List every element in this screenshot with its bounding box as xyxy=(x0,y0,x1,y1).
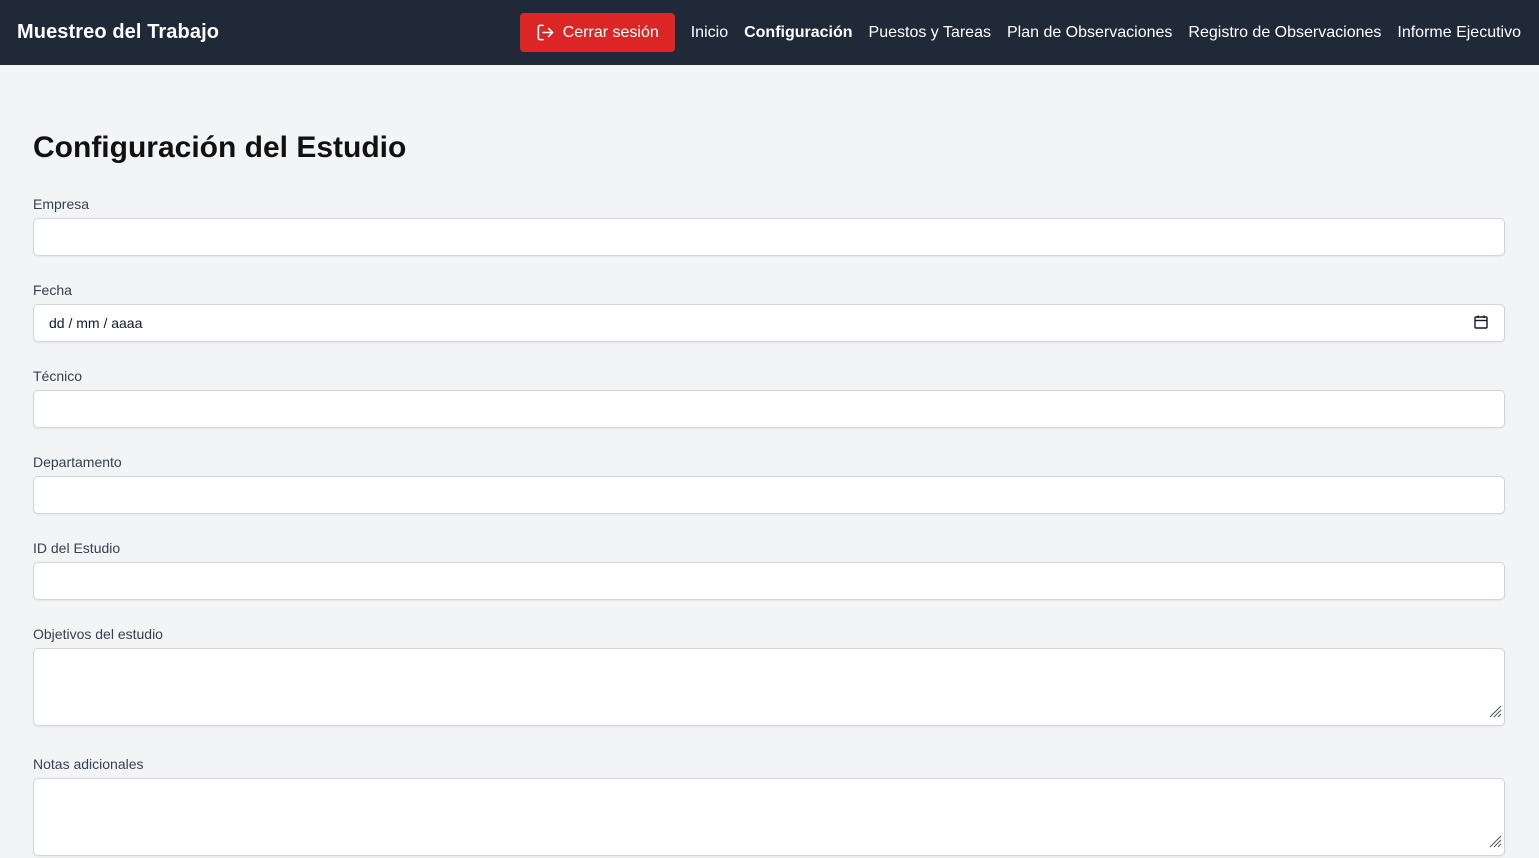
resize-grip-icon[interactable] xyxy=(1488,834,1502,853)
nav-informe-ejecutivo[interactable]: Informe Ejecutivo xyxy=(1397,24,1521,42)
tecnico-input[interactable] xyxy=(33,390,1505,428)
nav-plan-observaciones[interactable]: Plan de Observaciones xyxy=(1007,24,1172,42)
objetivos-label: Objetivos del estudio xyxy=(33,626,163,642)
nav-menu: Cerrar sesión Inicio Configuración Puest… xyxy=(519,13,1521,52)
logout-label: Cerrar sesión xyxy=(562,23,659,41)
logout-icon xyxy=(536,23,555,42)
nav-puestos-tareas[interactable]: Puestos y Tareas xyxy=(869,24,991,42)
notas-label: Notas adicionales xyxy=(33,756,144,772)
empresa-label: Empresa xyxy=(33,196,90,212)
main-content: Configuración del Estudio Empresa Fecha … xyxy=(0,65,1539,856)
nav-registro-observaciones[interactable]: Registro de Observaciones xyxy=(1188,24,1381,42)
departamento-label: Departamento xyxy=(33,454,122,470)
objetivos-textarea[interactable] xyxy=(33,648,1505,726)
field-objetivos: Objetivos del estudio xyxy=(33,625,1506,726)
page-title: Configuración del Estudio xyxy=(33,131,407,164)
calendar-icon[interactable] xyxy=(1473,314,1489,333)
field-departamento: Departamento xyxy=(33,453,1506,514)
departamento-input[interactable] xyxy=(33,476,1505,514)
empresa-input[interactable] xyxy=(33,218,1505,256)
notas-textarea[interactable] xyxy=(33,778,1505,856)
nav-inicio[interactable]: Inicio xyxy=(691,24,728,42)
id-estudio-label: ID del Estudio xyxy=(33,540,121,556)
field-id-estudio: ID del Estudio xyxy=(33,539,1506,600)
id-estudio-input[interactable] xyxy=(33,562,1505,600)
field-fecha: Fecha dd / mm / aaaa xyxy=(33,281,1506,342)
field-empresa: Empresa xyxy=(33,195,1506,256)
fecha-placeholder: dd / mm / aaaa xyxy=(49,315,143,331)
field-notas: Notas adicionales xyxy=(33,755,1506,856)
tecnico-label: Técnico xyxy=(33,368,83,384)
fecha-label: Fecha xyxy=(33,282,72,298)
field-tecnico: Técnico xyxy=(33,367,1506,428)
app-brand: Muestreo del Trabajo xyxy=(17,21,220,43)
resize-grip-icon[interactable] xyxy=(1488,704,1502,723)
nav-configuracion[interactable]: Configuración xyxy=(744,24,852,42)
top-navbar: Muestreo del Trabajo Cerrar sesión Inici… xyxy=(0,0,1539,65)
fecha-input[interactable]: dd / mm / aaaa xyxy=(33,304,1505,342)
logout-button[interactable]: Cerrar sesión xyxy=(519,13,675,52)
